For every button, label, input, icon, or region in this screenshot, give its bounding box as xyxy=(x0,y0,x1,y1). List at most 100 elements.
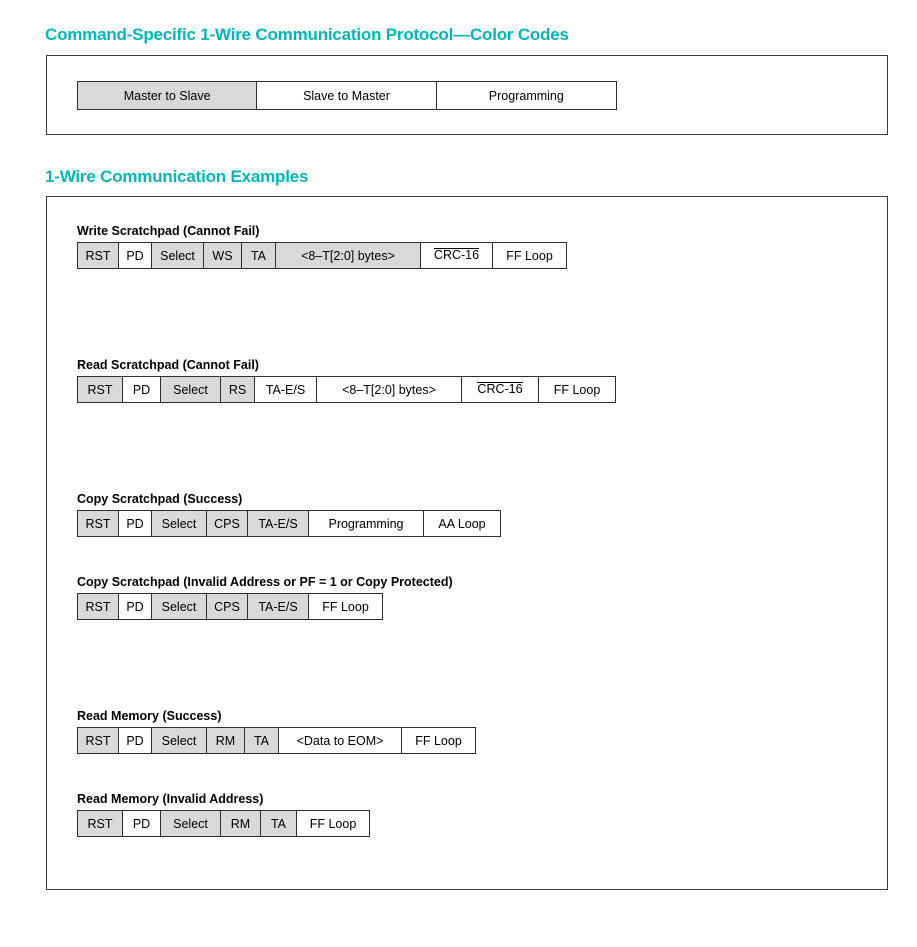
protocol-cell-label: TA-E/S xyxy=(265,382,306,397)
example-title: Read Memory (Invalid Address) xyxy=(77,792,264,806)
protocol-frame: RST PD Select RS TA-E/S <8–T[2:0] bytes> CRC-1… xyxy=(77,376,616,403)
protocol-frame: RST PD Select CPS TA-E/S Programming AA Loop xyxy=(77,510,501,537)
color-code-legend: Master to Slave Slave to Master Programmin… xyxy=(77,81,617,110)
protocol-cell-label: PD xyxy=(126,516,144,531)
protocol-cell-label: TA-E/S xyxy=(258,599,298,614)
color-codes-panel: Master to Slave Slave to Master Programmin… xyxy=(46,55,888,135)
example-title: Read Memory (Success) xyxy=(77,709,222,723)
protocol-cell-label: TA xyxy=(270,816,287,831)
protocol-cell: PD xyxy=(119,511,152,536)
protocol-cell-label: RS xyxy=(228,382,247,397)
protocol-cell-label: Select xyxy=(161,733,197,748)
example-copy-scratchpad-success: Copy Scratchpad (Success) RST PD Select CPS… xyxy=(77,492,501,537)
protocol-cell: CPS xyxy=(207,594,248,619)
protocol-cell-label: <8–T[2:0] bytes> xyxy=(342,382,436,397)
protocol-cell: Select xyxy=(161,377,221,402)
protocol-cell: RST xyxy=(78,377,123,402)
protocol-cell-label: RST xyxy=(85,516,111,531)
protocol-cell: <8–T[2:0] bytes> xyxy=(276,243,421,268)
protocol-frame: RST PD Select RM TA FF Loop xyxy=(77,810,370,837)
protocol-cell-label: FF Loop xyxy=(506,248,553,263)
example-title: Write Scratchpad (Cannot Fail) xyxy=(77,224,260,238)
example-title: Copy Scratchpad (Invalid Address or PF =… xyxy=(77,575,453,589)
protocol-cell: RM xyxy=(221,811,261,836)
protocol-cell-label: RM xyxy=(215,733,236,748)
protocol-cell-label: Select xyxy=(173,382,208,397)
communication-examples-panel: Write Scratchpad (Cannot Fail) RST PD Sele… xyxy=(46,196,888,890)
legend-item-label: Programming xyxy=(488,88,564,103)
protocol-cell-label: <Data to EOM> xyxy=(296,733,384,748)
protocol-cell: WS xyxy=(204,243,242,268)
protocol-cell: RS xyxy=(221,377,255,402)
protocol-cell-label: PD xyxy=(126,733,144,748)
protocol-cell: PD xyxy=(123,377,161,402)
protocol-cell: CRC-16 xyxy=(462,377,539,402)
protocol-cell-label: RST xyxy=(85,248,111,263)
protocol-cell-label: PD xyxy=(126,248,144,263)
document-page: Command-Specific 1-Wire Communication Pr… xyxy=(0,0,917,947)
protocol-cell-label: Select xyxy=(161,599,197,614)
protocol-cell-label: RM xyxy=(230,816,251,831)
protocol-cell: Select xyxy=(161,811,221,836)
protocol-cell-label: RST xyxy=(87,816,113,831)
protocol-frame: RST PD Select RM TA <Data to EOM> FF Loop xyxy=(77,727,476,754)
protocol-cell: PD xyxy=(119,594,152,619)
protocol-cell-label: TA xyxy=(250,248,267,263)
example-copy-scratchpad-invalid: Copy Scratchpad (Invalid Address or PF =… xyxy=(77,575,453,620)
protocol-cell-label: PD xyxy=(132,382,151,397)
protocol-cell-label: TA xyxy=(253,733,270,748)
protocol-cell-label: RST xyxy=(87,382,113,397)
legend-item-prog: Programming xyxy=(436,82,616,109)
protocol-cell: <Data to EOM> xyxy=(279,728,402,753)
protocol-cell: Select xyxy=(152,511,207,536)
protocol-cell-label: WS xyxy=(212,248,233,263)
protocol-cell-label: AA Loop xyxy=(438,516,486,531)
protocol-cell: TA xyxy=(245,728,279,753)
protocol-cell-label: FF Loop xyxy=(322,599,369,614)
protocol-cell-label: RST xyxy=(85,599,111,614)
protocol-cell: Select xyxy=(152,594,207,619)
protocol-cell-label: <8–T[2:0] bytes> xyxy=(301,248,395,263)
protocol-cell: TA-E/S xyxy=(248,594,309,619)
protocol-cell: PD xyxy=(119,243,152,268)
protocol-cell-label: Select xyxy=(161,516,197,531)
protocol-cell: PD xyxy=(123,811,161,836)
example-title: Copy Scratchpad (Success) xyxy=(77,492,243,506)
protocol-cell-label: TA-E/S xyxy=(258,516,298,531)
protocol-cell: FF Loop xyxy=(309,594,382,619)
protocol-frame: RST PD Select CPS TA-E/S FF Loop xyxy=(77,593,383,620)
protocol-cell: FF Loop xyxy=(539,377,615,402)
protocol-cell: FF Loop xyxy=(402,728,475,753)
protocol-cell: TA-E/S xyxy=(248,511,309,536)
protocol-cell-label: RST xyxy=(85,733,111,748)
protocol-cell: CPS xyxy=(207,511,248,536)
protocol-cell-label: FF Loop xyxy=(309,816,357,831)
legend-item-label: Slave to Master xyxy=(303,88,390,103)
protocol-cell: TA xyxy=(242,243,276,268)
example-read-memory-success: Read Memory (Success) RST PD Select RM TA <Da… xyxy=(77,709,476,754)
protocol-cell: Select xyxy=(152,728,207,753)
protocol-cell-label: FF Loop xyxy=(415,733,462,748)
example-read-memory-invalid: Read Memory (Invalid Address) RST PD Selec… xyxy=(77,792,370,837)
example-write-scratchpad: Write Scratchpad (Cannot Fail) RST PD Sele… xyxy=(77,224,567,269)
protocol-cell: RST xyxy=(78,811,123,836)
example-read-scratchpad: Read Scratchpad (Cannot Fail) RST PD Selec… xyxy=(77,358,616,403)
protocol-cell: CRC-16 xyxy=(421,243,493,268)
protocol-cell: FF Loop xyxy=(297,811,369,836)
protocol-cell: FF Loop xyxy=(493,243,566,268)
protocol-cell-label: PD xyxy=(132,816,151,831)
legend-item-slave: Slave to Master xyxy=(257,82,437,109)
protocol-cell-label: Programming xyxy=(328,516,404,531)
protocol-cell-label: Select xyxy=(173,816,208,831)
protocol-cell: TA xyxy=(261,811,297,836)
protocol-frame: RST PD Select WS TA <8–T[2:0] bytes> CRC-16 FF … xyxy=(77,242,567,269)
protocol-cell-label: PD xyxy=(126,599,144,614)
protocol-cell: TA-E/S xyxy=(255,377,317,402)
legend-item-master: Master to Slave xyxy=(78,82,258,109)
section-heading-color-codes: Command-Specific 1-Wire Communication Pr… xyxy=(45,25,569,44)
protocol-cell-label: CRC-16 xyxy=(477,382,523,397)
protocol-cell: RM xyxy=(207,728,245,753)
protocol-cell-label: CPS xyxy=(214,516,240,531)
protocol-cell: AA Loop xyxy=(424,511,500,536)
protocol-cell: Programming xyxy=(309,511,424,536)
